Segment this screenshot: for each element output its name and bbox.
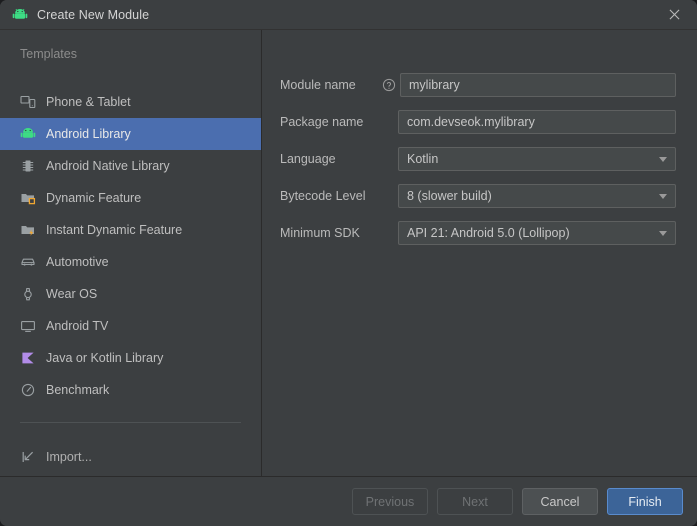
cancel-button[interactable]: Cancel xyxy=(522,488,598,515)
native-chip-icon xyxy=(20,158,36,174)
form-row-minimum-sdk: Minimum SDK API 21: Android 5.0 (Lollipo… xyxy=(280,221,676,245)
sidebar-item-import[interactable]: Import... xyxy=(0,441,261,473)
package-name-label: Package name xyxy=(280,115,364,129)
next-button[interactable]: Next xyxy=(437,488,513,515)
folder-instant-icon xyxy=(20,222,36,238)
module-name-value: mylibrary xyxy=(409,78,460,92)
sidebar-item-android-native-library[interactable]: Android Native Library xyxy=(0,150,261,182)
previous-button[interactable]: Previous xyxy=(352,488,428,515)
minimum-sdk-select[interactable]: API 21: Android 5.0 (Lollipop) xyxy=(398,221,676,245)
sidebar-item-label: Benchmark xyxy=(46,383,110,397)
phone-tablet-icon xyxy=(20,94,36,110)
module-name-input[interactable]: mylibrary xyxy=(400,73,676,97)
sidebar-item-label: Import... xyxy=(46,450,92,464)
chevron-down-icon xyxy=(659,157,667,162)
templates-list: Phone & Tablet Android Library Android N… xyxy=(0,86,261,473)
sidebar-item-label: Android Native Library xyxy=(46,159,170,173)
sidebar-item-label: Wear OS xyxy=(46,287,98,301)
close-icon[interactable] xyxy=(652,0,697,29)
minimum-sdk-value: API 21: Android 5.0 (Lollipop) xyxy=(407,226,570,240)
sidebar-item-label: Dynamic Feature xyxy=(46,191,142,205)
chevron-down-icon xyxy=(659,194,667,199)
form-row-language: Language Kotlin xyxy=(280,147,676,171)
minimum-sdk-label: Minimum SDK xyxy=(280,226,360,240)
sidebar-item-label: Automotive xyxy=(46,255,109,269)
package-name-input[interactable]: com.devseok.mylibrary xyxy=(398,110,676,134)
finish-button[interactable]: Finish xyxy=(607,488,683,515)
sidebar-item-label: Android TV xyxy=(46,319,109,333)
java-kotlin-library-icon xyxy=(20,350,36,366)
bytecode-level-select[interactable]: 8 (slower build) xyxy=(398,184,676,208)
sidebar-item-label: Phone & Tablet xyxy=(46,95,131,109)
tv-icon xyxy=(20,318,36,334)
folder-dynamic-icon xyxy=(20,190,36,206)
sidebar-item-phone-tablet[interactable]: Phone & Tablet xyxy=(0,86,261,118)
sidebar-item-label: Instant Dynamic Feature xyxy=(46,223,183,237)
form-row-package-name: Package name com.devseok.mylibrary xyxy=(280,110,676,134)
module-form: Module name mylibrary Package name com.d… xyxy=(262,30,697,476)
bytecode-level-value: 8 (slower build) xyxy=(407,189,492,203)
sidebar-item-instant-dynamic-feature[interactable]: Instant Dynamic Feature xyxy=(0,214,261,246)
package-name-value: com.devseok.mylibrary xyxy=(407,115,535,129)
language-value: Kotlin xyxy=(407,152,439,166)
language-label: Language xyxy=(280,152,336,166)
sidebar-divider xyxy=(20,422,241,423)
dialog-footer: Previous Next Cancel Finish xyxy=(0,476,697,526)
sidebar-item-dynamic-feature[interactable]: Dynamic Feature xyxy=(0,182,261,214)
templates-sidebar: Templates Phone & Tablet Android Library… xyxy=(0,30,262,476)
dialog-body: Templates Phone & Tablet Android Library… xyxy=(0,29,697,476)
sidebar-item-automotive[interactable]: Automotive xyxy=(0,246,261,278)
watch-icon xyxy=(20,286,36,302)
form-row-bytecode-level: Bytecode Level 8 (slower build) xyxy=(280,184,676,208)
dialog-title: Create New Module xyxy=(37,7,150,22)
sidebar-item-android-tv[interactable]: Android TV xyxy=(0,310,261,342)
language-select[interactable]: Kotlin xyxy=(398,147,676,171)
templates-header: Templates xyxy=(20,47,77,61)
dialog-title-bar: Create New Module xyxy=(0,0,697,29)
android-robot-icon xyxy=(12,7,28,23)
sidebar-item-label: Java or Kotlin Library xyxy=(46,351,164,365)
help-circle-icon[interactable] xyxy=(382,78,396,92)
sidebar-item-java-or-kotlin-library[interactable]: Java or Kotlin Library xyxy=(0,342,261,374)
sidebar-item-label: Android Library xyxy=(46,127,131,141)
create-new-module-dialog: Create New Module Templates Phone & Tabl… xyxy=(0,0,697,526)
bytecode-level-label: Bytecode Level xyxy=(280,189,366,203)
module-name-label: Module name xyxy=(280,78,356,92)
chevron-down-icon xyxy=(659,231,667,236)
form-row-module-name: Module name mylibrary xyxy=(280,73,676,97)
sidebar-item-android-library[interactable]: Android Library xyxy=(0,118,261,150)
sidebar-item-benchmark[interactable]: Benchmark xyxy=(0,374,261,406)
android-robot-icon xyxy=(20,126,36,142)
import-arrow-icon xyxy=(20,449,36,465)
car-icon xyxy=(20,254,36,270)
benchmark-gauge-icon xyxy=(20,382,36,398)
sidebar-item-wear-os[interactable]: Wear OS xyxy=(0,278,261,310)
